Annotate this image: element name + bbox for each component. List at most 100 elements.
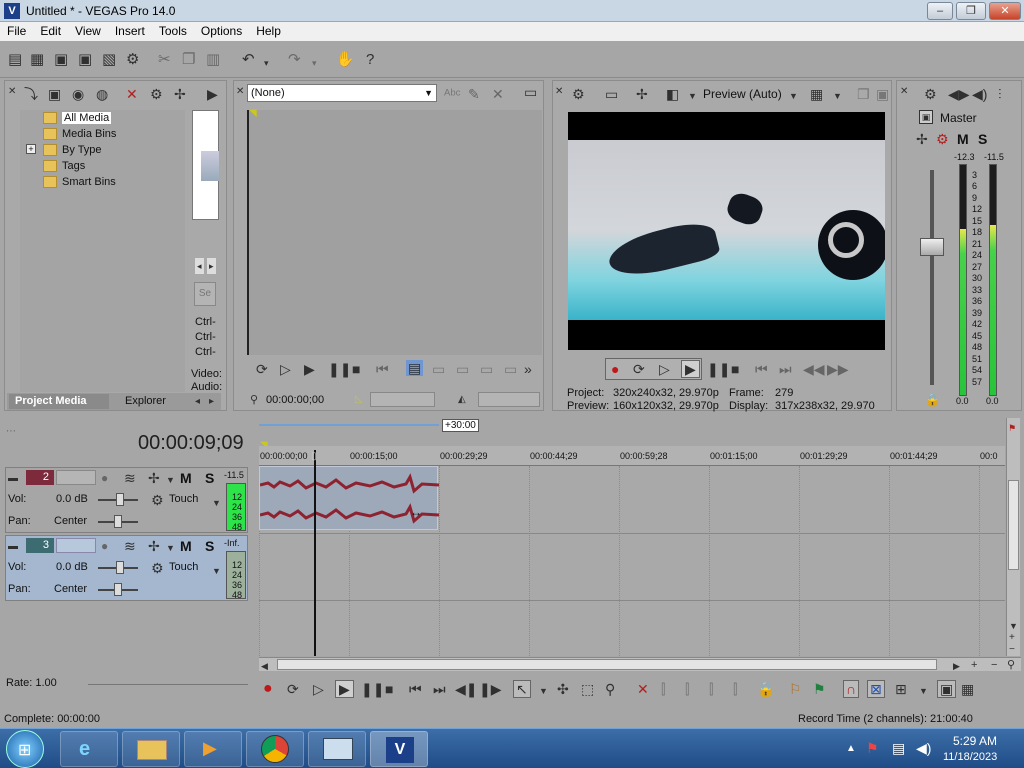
track-name-field[interactable]	[56, 470, 96, 485]
scroll-right-icon[interactable]: ▶	[953, 658, 960, 674]
import-media-icon[interactable]: ⤵	[24, 86, 38, 102]
play-icon[interactable]: ▶	[681, 360, 700, 378]
lock-icon[interactable]: 🔒	[757, 681, 774, 697]
copy-snapshot-icon[interactable]: ❐	[857, 86, 870, 102]
save-snapshot-icon[interactable]: ▣	[876, 86, 889, 102]
save-icon[interactable]: ▣	[54, 51, 68, 68]
taskbar-vegas-pro[interactable]: V	[370, 731, 428, 767]
preview-quality-select[interactable]: Preview (Auto)	[703, 87, 782, 101]
render-icon[interactable]: ▧	[102, 51, 116, 68]
panel-close-icon[interactable]: ✕	[8, 84, 16, 100]
tree-item-tags[interactable]: Tags	[40, 158, 85, 174]
open-folder-icon[interactable]: ▦	[30, 51, 44, 68]
arm-record-icon[interactable]: ●	[101, 538, 108, 554]
play-icon[interactable]: ▶	[335, 680, 354, 698]
menu-edit[interactable]: Edit	[33, 22, 68, 41]
preview-properties-icon[interactable]: ⚙	[572, 86, 585, 102]
tree-item-media-bins[interactable]: Media Bins	[40, 126, 116, 142]
solo-button[interactable]: S	[205, 538, 214, 554]
trim-icon[interactable]: ⫿	[661, 681, 665, 697]
trimmer-overwrite-icon[interactable]: ▭	[480, 361, 493, 377]
track-minimize-icon[interactable]: ▬	[8, 471, 18, 487]
tree-item-all-media[interactable]: All Media	[40, 110, 112, 126]
loop-playback-icon[interactable]: ⟳	[287, 681, 299, 697]
pause-icon[interactable]: ❚❚	[361, 681, 384, 697]
thumbnail-scroll-right-icon[interactable]: ▸	[207, 258, 216, 274]
record-icon[interactable]: ●	[263, 681, 273, 697]
expand-by-type-icon[interactable]: +	[26, 144, 36, 154]
rate-slider[interactable]	[88, 684, 248, 685]
trimmer-media-select[interactable]: (None) ▼	[247, 84, 437, 102]
envelope-tool-icon[interactable]: ✣	[557, 681, 569, 697]
pan-slider-handle[interactable]	[114, 583, 122, 596]
vegas-app-icon[interactable]: V	[4, 3, 20, 19]
save-as-icon[interactable]: ▣	[78, 51, 92, 68]
remove-media-icon[interactable]: ✕	[126, 86, 138, 102]
trimmer-fit-icon[interactable]: ▭	[504, 361, 517, 377]
whats-this-help-icon[interactable]: ?	[366, 51, 374, 68]
solo-button[interactable]: S	[205, 470, 214, 486]
selection-start-field[interactable]	[370, 392, 435, 407]
spellcheck-icon[interactable]: ᴬᵇᶜ	[444, 86, 461, 102]
pause-icon[interactable]: ❚❚	[707, 361, 730, 377]
prev-frame-icon[interactable]: ◀◀	[803, 361, 825, 377]
chevron-down-icon[interactable]: ▼	[833, 88, 842, 104]
timeline-horizontal-scrollbar[interactable]: ◀ ▶ + − ⚲	[259, 657, 1021, 671]
scroll-left-icon[interactable]: ◀	[261, 658, 268, 674]
tab-scroll-left-icon[interactable]: ◂	[195, 394, 200, 410]
web-icon[interactable]: ◍	[96, 86, 108, 102]
chevron-down-icon[interactable]: ▼	[919, 683, 928, 699]
master-fx-chain-icon[interactable]: ⚙	[936, 131, 949, 147]
taskbar-chrome[interactable]	[246, 731, 304, 767]
network-icon[interactable]: ▤	[892, 740, 905, 756]
lock-envelopes-icon[interactable]: ▣	[937, 680, 957, 698]
tree-item-by-type[interactable]: By Type	[40, 142, 102, 158]
clock-time[interactable]: 5:29 AM	[953, 734, 997, 748]
trimmer-preview-area[interactable]: ◥	[247, 108, 542, 355]
playhead-handle-icon[interactable]: ▯	[311, 449, 317, 465]
track-name-field[interactable]	[56, 538, 96, 553]
auto-crossfade-icon[interactable]: ⊠	[867, 680, 885, 698]
go-to-start-icon[interactable]: ⏮	[409, 681, 422, 697]
volume-icon[interactable]: ◀)	[916, 740, 931, 756]
preview-close-icon[interactable]: ✕	[555, 84, 563, 100]
trim-start-icon[interactable]: ⫿	[685, 681, 689, 697]
chevron-down-icon[interactable]: ▼	[539, 683, 548, 699]
chevron-down-icon[interactable]: ▼	[166, 472, 175, 488]
master-fx-icon[interactable]: ✢	[916, 131, 928, 147]
delete-icon[interactable]: ✕	[637, 681, 649, 697]
trimmer-tool-icon[interactable]: ✎	[468, 86, 480, 102]
loop-region-bar[interactable]	[259, 424, 439, 426]
preview-fx-icon[interactable]: ◧	[666, 86, 679, 102]
mixer-close-icon[interactable]: ✕	[900, 84, 908, 100]
chevron-down-icon[interactable]: ▼	[212, 563, 221, 579]
go-to-start-icon[interactable]: ⏮	[755, 361, 768, 377]
trimmer-options-icon[interactable]: ▭	[524, 84, 537, 100]
mute-button[interactable]: M	[180, 538, 192, 554]
interactive-tutorial-icon[interactable]: ✋	[336, 51, 355, 68]
minimize-button[interactable]: –	[927, 2, 953, 20]
go-to-end-icon[interactable]: ⏭	[779, 361, 792, 377]
go-to-end-icon[interactable]: ⏭	[433, 681, 446, 697]
menu-help[interactable]: Help	[249, 22, 288, 41]
speaker-icon[interactable]: ◀)	[972, 86, 987, 102]
trimmer-stop-icon[interactable]: ■	[352, 361, 360, 377]
automation-icon[interactable]: ✢	[148, 470, 160, 486]
menu-options[interactable]: Options	[194, 22, 249, 41]
external-monitor-icon[interactable]: ▭	[605, 86, 618, 102]
maximize-button[interactable]: ❐	[956, 2, 986, 20]
ripple-edit-icon[interactable]: ⊞	[895, 681, 907, 697]
next-frame-icon[interactable]: ▶▶	[827, 361, 849, 377]
chevron-down-icon[interactable]: ▼	[688, 88, 697, 104]
automation-mode[interactable]: Touch	[169, 561, 198, 573]
chevron-down-icon[interactable]: ▼	[789, 88, 798, 104]
menu-view[interactable]: View	[68, 22, 108, 41]
downmix-icon[interactable]: ◀▶	[948, 86, 970, 102]
capture-icon[interactable]: ▣	[48, 86, 61, 102]
taskbar-remote-app[interactable]	[308, 731, 366, 767]
track-header-2[interactable]: ▬ 2 ● ≋ ✢ ▼ M S Vol: 0.0 dB ⚙ Touch ▼ Pa…	[5, 467, 248, 533]
menu-tools[interactable]: Tools	[152, 22, 194, 41]
fader-lock-icon[interactable]: 🔒	[925, 392, 940, 408]
stop-icon[interactable]: ■	[385, 681, 393, 697]
mixer-properties-icon[interactable]: ⚙	[924, 86, 937, 102]
